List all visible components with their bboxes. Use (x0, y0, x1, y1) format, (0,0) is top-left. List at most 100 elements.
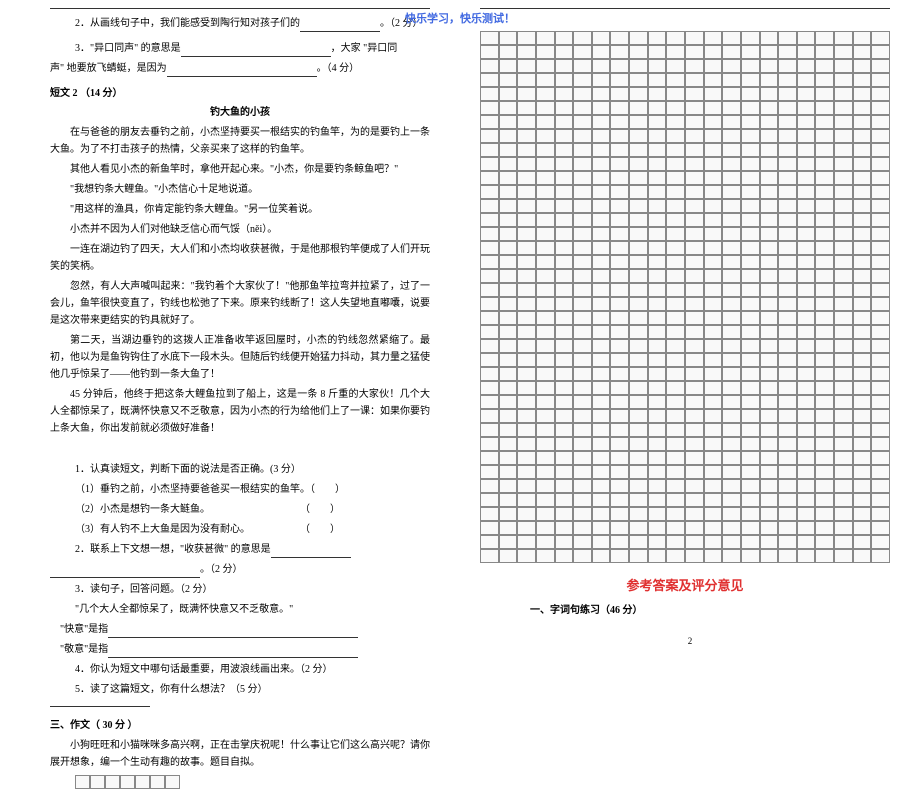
essay-cell (629, 311, 648, 325)
essay-cell (853, 101, 872, 115)
essay-cell (573, 297, 592, 311)
essay-cell (555, 213, 574, 227)
essay-cell (722, 325, 741, 339)
essay-cell (629, 255, 648, 269)
essay-cell (722, 535, 741, 549)
essay-cell (704, 381, 723, 395)
p2-para3: "我想钓条大鲤鱼。"小杰信心十足地说道。 (50, 181, 430, 198)
essay-cell (704, 423, 723, 437)
essay-cell (629, 157, 648, 171)
essay-cell (499, 269, 518, 283)
essay-cell (741, 227, 760, 241)
essay-cell (797, 129, 816, 143)
essay-cell (871, 521, 890, 535)
essay-cell (815, 311, 834, 325)
essay-cell (517, 395, 536, 409)
essay-cell (666, 381, 685, 395)
essay-cell (815, 101, 834, 115)
essay-cell (517, 241, 536, 255)
essay-cell (741, 185, 760, 199)
essay-cell (666, 269, 685, 283)
essay-cell (722, 101, 741, 115)
essay-cell (610, 395, 629, 409)
essay-cell (760, 465, 779, 479)
essay-cell (517, 479, 536, 493)
essay-cell (778, 339, 797, 353)
essay-cell (834, 437, 853, 451)
essay-cell (666, 73, 685, 87)
essay-cell (815, 283, 834, 297)
essay-cell (666, 311, 685, 325)
essay-cell (797, 395, 816, 409)
essay-cell (592, 45, 611, 59)
essay-cell (778, 157, 797, 171)
essay-cell (853, 185, 872, 199)
essay-cell (722, 227, 741, 241)
essay-cell (834, 325, 853, 339)
essay-cell (648, 479, 667, 493)
essay-cell (871, 171, 890, 185)
essay-cell (499, 535, 518, 549)
essay-cell (871, 479, 890, 493)
essay-cell (165, 775, 180, 789)
essay-cell (704, 59, 723, 73)
essay-cell (704, 213, 723, 227)
essay-cell (573, 409, 592, 423)
essay-cell (499, 157, 518, 171)
essay-cell (853, 339, 872, 353)
essay-cell (704, 227, 723, 241)
passage2-heading: 短文 2 （14 分） (50, 85, 430, 102)
essay-cell (760, 171, 779, 185)
essay-cell (722, 199, 741, 213)
essay-cell (499, 199, 518, 213)
essay-cell (536, 199, 555, 213)
essay-cell (555, 479, 574, 493)
left-column: 2．从画线句子中，我们能感受到陶行知对孩子们的。（2 分） 3．"异口同声" 的… (0, 0, 460, 651)
essay-cell (760, 311, 779, 325)
essay-cell (871, 297, 890, 311)
essay-cell (853, 451, 872, 465)
essay-cell (517, 465, 536, 479)
essay-cell (536, 409, 555, 423)
essay-cell (517, 31, 536, 45)
essay-cell (573, 521, 592, 535)
essay-cell (815, 395, 834, 409)
essay-cell (610, 59, 629, 73)
essay-cell (573, 269, 592, 283)
essay-cell (629, 213, 648, 227)
essay-cell (536, 423, 555, 437)
essay-cell (555, 409, 574, 423)
essay-cell (760, 227, 779, 241)
essay-cell (573, 59, 592, 73)
essay-cell (722, 423, 741, 437)
essay-cell (648, 157, 667, 171)
essay-cell (536, 395, 555, 409)
essay-cell (815, 115, 834, 129)
essay-cell (555, 115, 574, 129)
essay-cell (778, 115, 797, 129)
essay-cell (592, 241, 611, 255)
essay-cell (573, 451, 592, 465)
essay-cell (815, 339, 834, 353)
essay-cell (685, 157, 704, 171)
essay-cell (480, 171, 499, 185)
essay-cell (536, 31, 555, 45)
essay-cell (834, 31, 853, 45)
essay-cell (778, 199, 797, 213)
essay-cell (517, 451, 536, 465)
essay-cell (815, 549, 834, 563)
essay-cell (778, 311, 797, 325)
essay-cell (778, 409, 797, 423)
essay-cell (536, 227, 555, 241)
essay-cell (648, 115, 667, 129)
essay-cell (685, 339, 704, 353)
essay-cell (517, 325, 536, 339)
essay-cell (666, 59, 685, 73)
essay-cell (834, 395, 853, 409)
essay-cell (555, 269, 574, 283)
essay-cell (797, 367, 816, 381)
essay-cell (760, 521, 779, 535)
essay-cell (760, 339, 779, 353)
essay-cell (629, 339, 648, 353)
essay-cell (871, 143, 890, 157)
